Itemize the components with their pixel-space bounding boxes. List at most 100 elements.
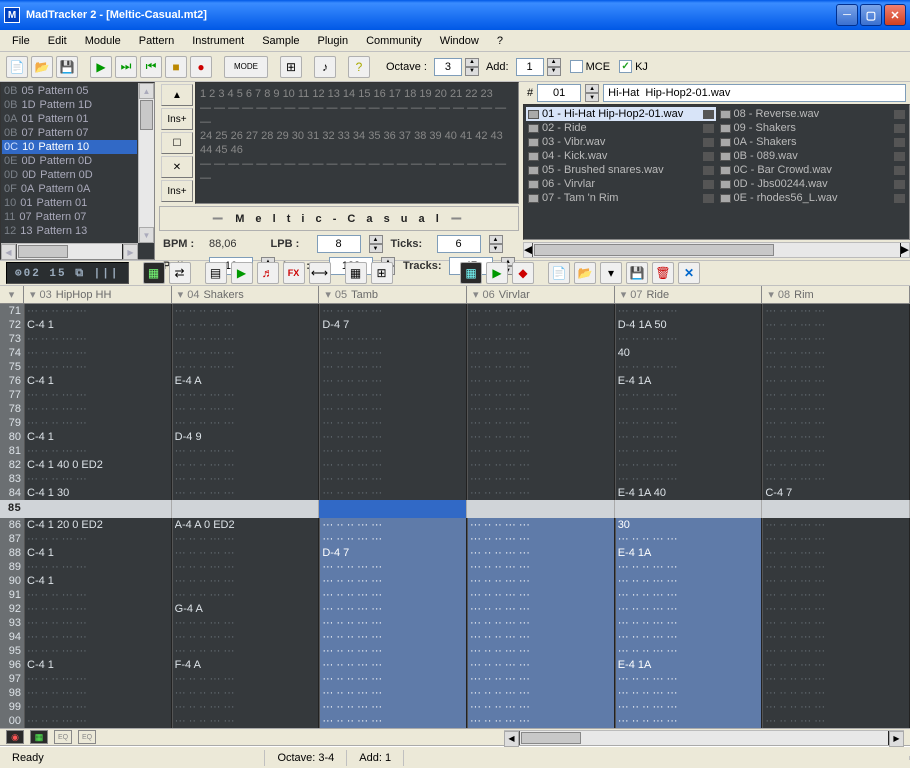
menu-window[interactable]: Window (432, 33, 487, 49)
track-column[interactable]: ··· ·· ·· ··· ···D-4 1A 50··· ·· ·· ··· … (615, 304, 763, 500)
menu-file[interactable]: File (4, 33, 38, 49)
track-column[interactable]: ··· ·· ·· ··· ······ ·· ·· ··· ······ ··… (467, 518, 615, 728)
play-loop-button[interactable]: ⏮ (140, 56, 162, 78)
ticks-input[interactable]: 6 (437, 235, 481, 253)
row-menu-icon[interactable]: ▾ (9, 288, 15, 301)
menu-sample[interactable]: Sample (254, 33, 307, 49)
track-header[interactable]: ▾06Virvlar (467, 286, 615, 303)
pattern-scroll-h[interactable]: ◀▶ (504, 730, 904, 745)
pt-tool-1[interactable]: ▦ (143, 262, 165, 284)
smp-del[interactable]: 🗑 (652, 262, 674, 284)
sample-list[interactable]: 01 - Hi-Hat Hip-Hop2-01.wav02 - Ride03 -… (523, 104, 910, 240)
pt-tool-5[interactable]: ⊞ (371, 262, 393, 284)
sample-row[interactable]: 0C - Bar Crowd.wav (718, 163, 908, 177)
track-column[interactable]: 30··· ·· ·· ··· ···E-4 1A··· ·· ·· ··· ·… (615, 518, 763, 728)
sample-num[interactable]: 01 (537, 84, 581, 102)
sample-row[interactable]: 03 - Vibr.wav (526, 135, 716, 149)
smp-save[interactable]: 💾 (626, 262, 648, 284)
stop-button[interactable]: ■ (165, 56, 187, 78)
maximize-button[interactable]: ▢ (860, 4, 882, 26)
pattern-row[interactable]: 0B07Pattern 07 (2, 126, 137, 140)
sample-row[interactable]: 05 - Brushed snares.wav (526, 163, 716, 177)
track-column[interactable]: ··· ·· ·· ··· ······ ·· ·· ··· ······ ··… (762, 304, 910, 500)
menu-plugin[interactable]: Plugin (310, 33, 357, 49)
track-column[interactable]: C-4 1 20 0 ED2··· ·· ·· ··· ···C-4 1··· … (24, 518, 172, 728)
kj-checkbox[interactable]: ✓ (619, 60, 632, 73)
octave-spinner[interactable]: ▲▼ (465, 58, 479, 76)
add-input[interactable] (516, 58, 544, 76)
play-button[interactable]: ▶ (90, 56, 112, 78)
play-pattern-button[interactable]: ⏭ (115, 56, 137, 78)
seq-button[interactable]: ✕ (161, 156, 193, 178)
view-4[interactable]: EQ (78, 730, 96, 744)
sample-row[interactable]: 0A - Shakers (718, 135, 908, 149)
save-button[interactable]: 💾 (56, 56, 78, 78)
view-3[interactable]: EQ (54, 730, 72, 744)
pattern-row[interactable]: 0D0DPattern 0D (2, 168, 137, 182)
menu-community[interactable]: Community (358, 33, 430, 49)
track-column[interactable]: ··· ·· ·· ··· ······ ·· ·· ··· ······ ··… (762, 518, 910, 728)
sample-row[interactable]: 06 - Virvlar (526, 177, 716, 191)
pt-tool-3[interactable]: ▤ (205, 262, 227, 284)
lpb-input[interactable]: 8 (317, 235, 361, 253)
pt-tool-4[interactable]: ▦ (345, 262, 367, 284)
smp-close[interactable]: ✕ (678, 262, 700, 284)
sample-row[interactable]: 07 - Tam 'n Rim (526, 191, 716, 205)
pattern-row[interactable]: 0B05Pattern 05 (2, 84, 137, 98)
menu-module[interactable]: Module (77, 33, 129, 49)
track-header[interactable]: ▾07Ride (615, 286, 763, 303)
sample-spinner[interactable]: ▲▼ (585, 84, 599, 102)
smp-drop[interactable]: ▾ (600, 262, 622, 284)
pattern-row[interactable]: 0F0APattern 0A (2, 182, 137, 196)
mode-button[interactable]: MODE (224, 56, 268, 78)
track-column[interactable]: ··· ·· ·· ··· ···D-4 7··· ·· ·· ··· ····… (319, 304, 467, 500)
seq-button[interactable]: ☐ (161, 132, 193, 154)
pattern-row[interactable]: 0C10Pattern 10 (2, 140, 137, 154)
pattern-row[interactable]: 0B1DPattern 1D (2, 98, 137, 112)
tool-1[interactable]: ⊞ (280, 56, 302, 78)
smp-stop[interactable]: ◆ (512, 262, 534, 284)
sample-row[interactable]: 02 - Ride (526, 121, 716, 135)
sample-row[interactable]: 0E - rhodes56_L.wav (718, 191, 908, 205)
pt-pan[interactable]: ⟷ (309, 262, 331, 284)
sample-row[interactable]: 0B - 089.wav (718, 149, 908, 163)
seq-button[interactable]: Ins+ (161, 180, 193, 202)
sample-row[interactable]: 08 - Reverse.wav (718, 107, 908, 121)
sample-row[interactable]: 0D - Jbs00244.wav (718, 177, 908, 191)
pattern-scroll-v[interactable]: ▲ ▼ (138, 83, 154, 243)
track-header[interactable]: ▾04Shakers (172, 286, 320, 303)
pt-tool-2[interactable]: ⇄ (169, 262, 191, 284)
mce-checkbox[interactable] (570, 60, 583, 73)
pattern-list[interactable]: 0B05Pattern 050B1DPattern 1D0A01Pattern … (0, 82, 155, 260)
view-2[interactable]: ▦ (30, 730, 48, 744)
open-button[interactable]: 📂 (31, 56, 53, 78)
sample-scroll-h[interactable]: ◀▶ (523, 242, 910, 258)
smp-tool-1[interactable]: ▦ (460, 262, 482, 284)
track-header[interactable]: ▾03HipHop HH (24, 286, 172, 303)
pattern-row[interactable]: 1001Pattern 01 (2, 196, 137, 210)
track-column[interactable]: A-4 A 0 ED2··· ·· ·· ··· ······ ·· ·· ··… (172, 518, 320, 728)
track-header[interactable]: ▾08Rim (762, 286, 910, 303)
pt-eq[interactable]: ♬ (257, 262, 279, 284)
seq-button[interactable]: Ins+ (161, 108, 193, 130)
pattern-row[interactable]: 0E0DPattern 0D (2, 154, 137, 168)
smp-new[interactable]: 📄 (548, 262, 570, 284)
menu-instrument[interactable]: Instrument (184, 33, 252, 49)
sample-row[interactable]: 04 - Kick.wav (526, 149, 716, 163)
menu-pattern[interactable]: Pattern (131, 33, 182, 49)
menu-edit[interactable]: Edit (40, 33, 75, 49)
view-1[interactable]: ◉ (6, 730, 24, 744)
sample-row[interactable]: 09 - Shakers (718, 121, 908, 135)
track-header[interactable]: ▾05Tamb (319, 286, 467, 303)
new-button[interactable]: 📄 (6, 56, 28, 78)
pattern-row[interactable]: 1213Pattern 13 (2, 224, 137, 238)
pt-fx[interactable]: FX (283, 262, 305, 284)
sequence-grid[interactable]: 1 2 3 4 5 6 7 8 9 10 11 12 13 14 15 16 1… (195, 82, 519, 204)
record-button[interactable]: ● (190, 56, 212, 78)
track-column[interactable]: ··· ·· ·· ··· ······ ·· ·· ··· ······ ··… (467, 304, 615, 500)
pattern-scroll-h[interactable]: ◀▶ (1, 243, 138, 259)
smp-open[interactable]: 📂 (574, 262, 596, 284)
seq-button[interactable]: ▲ (161, 84, 193, 106)
octave-input[interactable] (434, 58, 462, 76)
close-button[interactable]: ✕ (884, 4, 906, 26)
